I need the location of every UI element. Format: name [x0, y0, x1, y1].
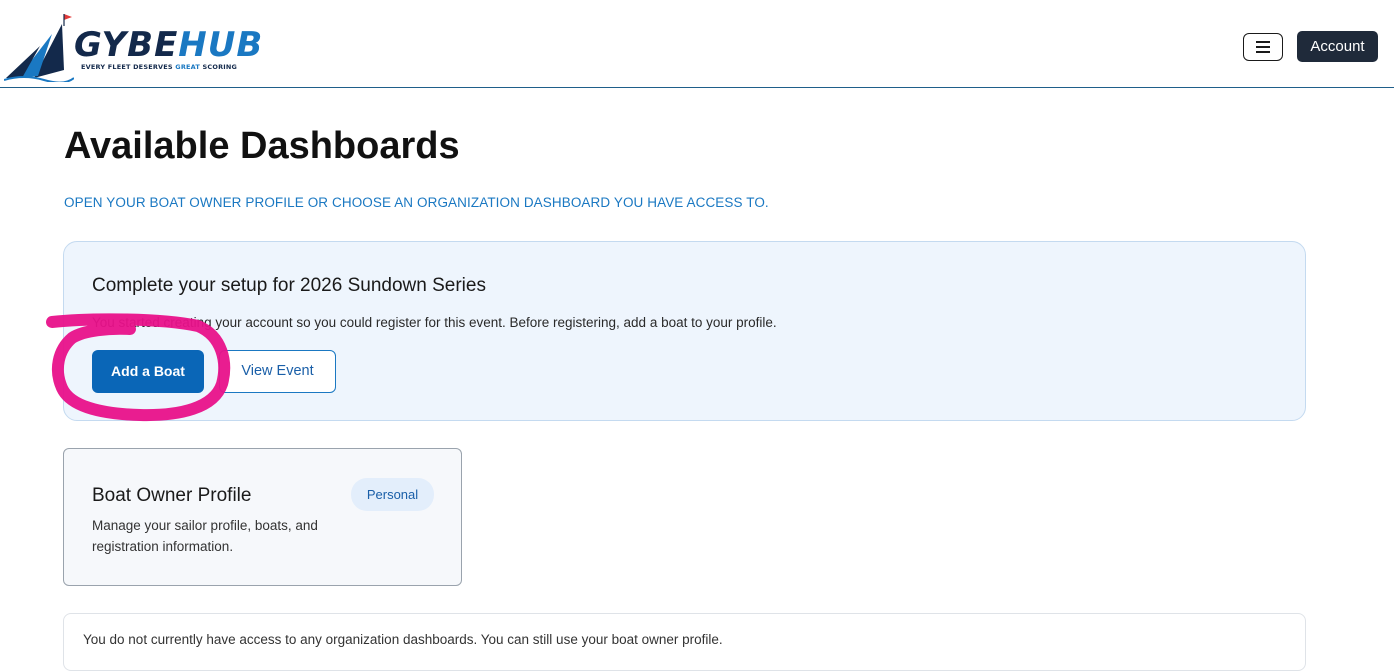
- logo-tagline-part2: SCORING: [200, 63, 238, 71]
- logo-tagline: EVERY FLEET DESERVES GREAT SCORING: [81, 63, 237, 71]
- no-org-access-notice: You do not currently have access to any …: [63, 613, 1306, 671]
- account-button[interactable]: Account: [1297, 31, 1378, 62]
- view-event-button[interactable]: View Event: [219, 350, 336, 393]
- setup-card-title: Complete your setup for 2026 Sundown Ser…: [92, 275, 486, 296]
- setup-card-text: You started creating your account so you…: [92, 315, 777, 330]
- page-subtitle: OPEN YOUR BOAT OWNER PROFILE OR CHOOSE A…: [64, 195, 769, 210]
- boat-owner-profile-card[interactable]: Boat Owner Profile Personal Manage your …: [63, 448, 462, 586]
- logo-tagline-part1: EVERY FLEET DESERVES: [81, 63, 176, 71]
- profile-card-title: Boat Owner Profile: [92, 485, 252, 506]
- hamburger-menu-icon: [1256, 41, 1270, 43]
- logo-word-part2: HUB: [178, 25, 264, 65]
- setup-card: Complete your setup for 2026 Sundown Ser…: [63, 241, 1306, 421]
- personal-badge: Personal: [351, 478, 434, 511]
- hamburger-bar: [1256, 51, 1270, 53]
- logo-word-part1: GYBE: [74, 25, 179, 65]
- gybehub-logo[interactable]: GYBEHUB EVERY FLEET DESERVES GREAT SCORI…: [4, 12, 274, 82]
- page-title: Available Dashboards: [64, 125, 460, 167]
- logo-tagline-highlight: GREAT: [175, 63, 201, 71]
- sailboat-logo-icon: [4, 14, 74, 82]
- top-header: GYBEHUB EVERY FLEET DESERVES GREAT SCORI…: [0, 0, 1394, 88]
- hamburger-menu-button[interactable]: [1243, 33, 1283, 61]
- logo-wordmark: GYBEHUB: [74, 26, 263, 64]
- hamburger-bar: [1256, 46, 1270, 48]
- notice-text: You do not currently have access to any …: [83, 632, 723, 647]
- add-boat-button[interactable]: Add a Boat: [92, 350, 204, 393]
- profile-card-description: Manage your sailor profile, boats, and r…: [92, 518, 318, 554]
